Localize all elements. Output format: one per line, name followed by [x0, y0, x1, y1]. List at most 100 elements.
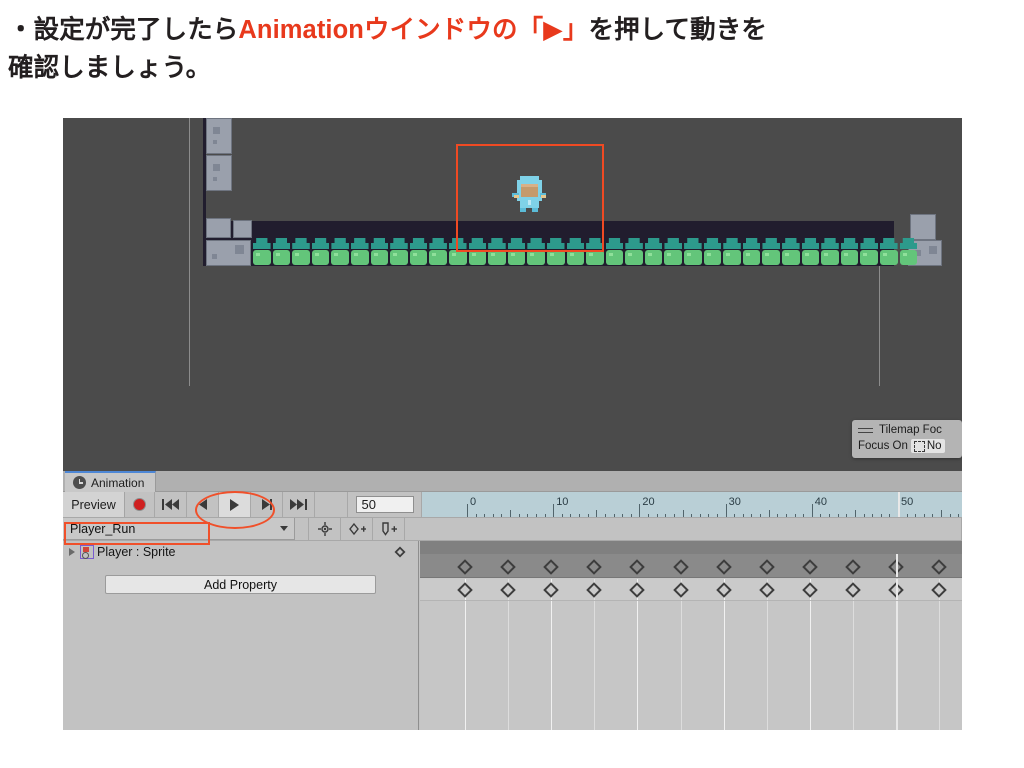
grass-tile: [624, 238, 644, 266]
first-frame-button[interactable]: [155, 492, 187, 517]
ruler-label: 10: [556, 496, 569, 508]
skip-to-start-icon: [162, 499, 179, 510]
ruler-label: 30: [728, 496, 741, 508]
ruler-tick: [915, 514, 917, 517]
ruler-tick: [837, 514, 839, 517]
keyframe-marker[interactable]: [586, 559, 603, 575]
keyframe-marker[interactable]: [672, 582, 689, 598]
ruler-tick: [846, 514, 848, 517]
play-icon: [230, 498, 239, 511]
keyframe-marker[interactable]: [629, 582, 646, 598]
target-filter-icon: [317, 522, 332, 536]
ruler-tick: [691, 514, 693, 517]
keyframe-marker[interactable]: [931, 559, 947, 575]
grass-tile: [801, 238, 821, 266]
keyframe-diamond-icon[interactable]: [394, 546, 406, 558]
clip-dropdown[interactable]: Player_Run: [63, 518, 295, 540]
next-frame-button[interactable]: [251, 492, 283, 517]
grass-tile: [370, 238, 390, 266]
add-keyframe-button[interactable]: [341, 518, 373, 540]
ruler-tick: [811, 504, 813, 517]
keyframe-marker[interactable]: [672, 559, 689, 575]
keyframe-marker[interactable]: [845, 582, 861, 598]
add-event-button[interactable]: [373, 518, 405, 540]
keyframe-marker[interactable]: [457, 559, 473, 575]
keyframe-marker[interactable]: [758, 582, 775, 598]
ruler-tick: [699, 514, 701, 517]
ruler-tick: [785, 514, 787, 517]
ruler-tick: [880, 514, 882, 517]
keyframe-marker[interactable]: [802, 582, 818, 598]
prev-frame-button[interactable]: [187, 492, 219, 517]
timeline-gridline: [723, 601, 725, 730]
caption-line1-pre: ・設定が完了したら: [8, 16, 239, 44]
current-frame-input[interactable]: [355, 496, 414, 513]
timeline-gridline: [508, 601, 510, 730]
focus-on-dropdown[interactable]: No: [910, 439, 945, 453]
keyframe-marker[interactable]: [586, 582, 603, 598]
timeline-row-summary[interactable]: [420, 554, 962, 578]
grass-tile: [840, 238, 860, 266]
record-button[interactable]: [125, 492, 155, 517]
ruler-tick: [932, 514, 934, 517]
timeline-gridline: [939, 601, 941, 730]
keyframe-marker[interactable]: [931, 582, 947, 598]
toolbar-spacer: [315, 492, 348, 517]
ruler-tick: [941, 510, 943, 517]
scene-view[interactable]: Tilemap Foc Focus On No: [63, 118, 962, 471]
clipbar-gap: [295, 518, 309, 540]
ruler-tick: [587, 514, 589, 517]
tilemap-focus-overlay[interactable]: Tilemap Foc Focus On No: [852, 420, 962, 458]
playhead[interactable]: [896, 579, 898, 600]
playhead[interactable]: [896, 554, 898, 577]
expand-triangle-icon[interactable]: [69, 547, 75, 556]
timeline-row-sprite[interactable]: [420, 579, 962, 601]
preview-button[interactable]: Preview: [63, 492, 125, 517]
ruler-label: 40: [814, 496, 828, 508]
ruler-tick: [682, 510, 684, 517]
timeline-ruler[interactable]: 0 10 20 30 40 50: [422, 492, 962, 517]
grass-tile: [899, 238, 919, 266]
ruler-tick: [579, 514, 581, 517]
animation-timeline[interactable]: [420, 541, 962, 730]
ruler-tick: [596, 510, 598, 517]
clip-name: Player_Run: [70, 521, 136, 536]
last-frame-button[interactable]: [283, 492, 315, 517]
add-keyframe-icon: [348, 522, 366, 536]
keyframe-marker[interactable]: [802, 559, 818, 575]
keyframe-marker[interactable]: [500, 559, 516, 575]
keyframe-marker[interactable]: [457, 582, 473, 598]
grass-tile: [859, 238, 879, 266]
tab-animation[interactable]: Animation: [65, 471, 157, 492]
ruler-tick: [553, 504, 555, 517]
keyframe-marker[interactable]: [758, 559, 775, 575]
add-property-button[interactable]: Add Property: [105, 575, 376, 594]
drag-handle-icon[interactable]: [858, 427, 873, 434]
ruler-tick: [734, 514, 736, 517]
keyframe-marker[interactable]: [543, 582, 559, 598]
timeline-empty-body[interactable]: [420, 601, 962, 730]
overlay-focus-row: Focus On No: [858, 439, 956, 453]
property-label: Player : Sprite: [97, 544, 176, 559]
ruler-tick: [708, 514, 710, 517]
keyframe-marker[interactable]: [715, 559, 732, 575]
playhead[interactable]: [896, 601, 898, 730]
ruler-tick: [673, 514, 675, 517]
property-row-player-sprite[interactable]: Player : Sprite: [63, 541, 418, 562]
ruler-tick: [622, 514, 624, 517]
keyframe-marker[interactable]: [629, 559, 646, 575]
playhead[interactable]: [898, 492, 900, 517]
add-property-label: Add Property: [204, 577, 277, 592]
play-button[interactable]: [219, 492, 251, 517]
overlay-title: Tilemap Foc: [879, 424, 942, 436]
keyframe-marker[interactable]: [500, 582, 516, 598]
keyframe-marker[interactable]: [715, 582, 732, 598]
timeline-gridline: [809, 601, 811, 730]
filter-button[interactable]: [309, 518, 341, 540]
preview-button-label: Preview: [71, 497, 116, 512]
keyframe-marker[interactable]: [543, 559, 559, 575]
keyframe-marker[interactable]: [845, 559, 861, 575]
ruler-tick: [518, 514, 520, 517]
ruler-label: 0: [470, 496, 477, 508]
ruler-tick: [665, 514, 667, 517]
